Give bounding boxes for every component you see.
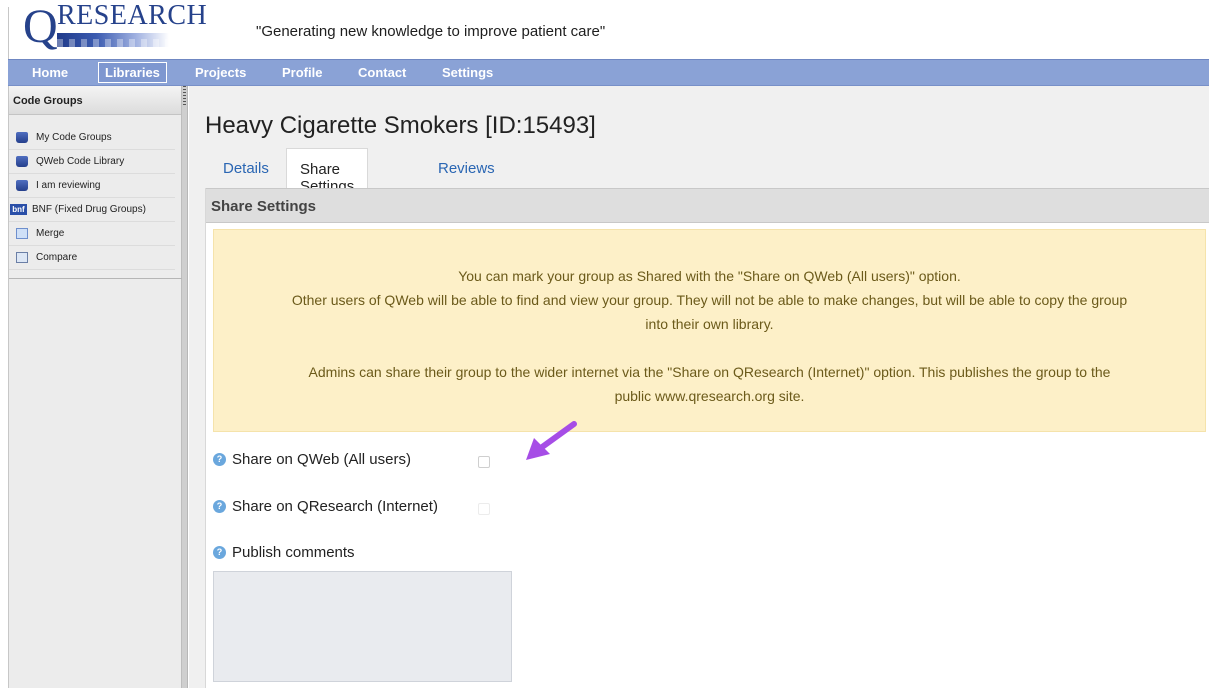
sidebar-item-merge[interactable]: Merge xyxy=(9,222,175,246)
publish-comments-row: ? Publish comments xyxy=(213,544,355,561)
sidebar-item-my-code-groups[interactable]: My Code Groups xyxy=(9,126,175,150)
sidebar-item-compare[interactable]: Compare xyxy=(9,246,175,270)
notice-line: Admins can share their group to the wide… xyxy=(308,364,1111,380)
sidebar-item-label: BNF (Fixed Drug Groups) xyxy=(32,204,146,215)
tab-details[interactable]: Details xyxy=(223,148,269,188)
share-qresearch-row: ? Share on QResearch (Internet) xyxy=(213,498,438,515)
nav-libraries[interactable]: Libraries xyxy=(98,62,167,83)
sidebar: Code Groups My Code Groups QWeb Code Lib… xyxy=(8,86,183,688)
annotation-arrow-icon xyxy=(526,421,577,460)
sidebar-item-label: Compare xyxy=(36,252,78,263)
tab-share-settings[interactable]: Share Settings xyxy=(286,148,369,195)
nav-home[interactable]: Home xyxy=(32,65,68,80)
sidebar-item-bnf[interactable]: bnf BNF (Fixed Drug Groups) xyxy=(9,198,175,222)
database-icon xyxy=(16,156,28,167)
logo-bar-pattern xyxy=(57,39,169,47)
sidebar-divider xyxy=(9,278,183,279)
publish-comments-textarea[interactable] xyxy=(213,571,512,682)
compare-icon xyxy=(16,252,28,263)
main-content: Heavy Cigarette Smokers [ID:15493] Detai… xyxy=(189,86,1209,688)
sidebar-item-label: My Code Groups xyxy=(36,132,112,143)
share-qweb-row: ? Share on QWeb (All users) xyxy=(213,451,411,468)
sidebar-item-label: Merge xyxy=(36,228,65,239)
sidebar-title: Code Groups xyxy=(9,86,181,115)
qresearch-logo[interactable]: Q RESEARCH xyxy=(23,1,207,53)
share-qresearch-label: Share on QResearch (Internet) xyxy=(232,498,438,515)
merge-icon xyxy=(16,228,28,239)
notice-line: into their own library. xyxy=(645,316,774,332)
nav-projects[interactable]: Projects xyxy=(195,65,246,80)
tagline: "Generating new knowledge to improve pat… xyxy=(256,23,606,40)
share-settings-panel: Share Settings You can mark your group a… xyxy=(205,188,1209,688)
nav-profile[interactable]: Profile xyxy=(282,65,322,80)
sidebar-item-i-am-reviewing[interactable]: I am reviewing xyxy=(9,174,175,198)
help-icon[interactable]: ? xyxy=(213,453,226,466)
share-qresearch-checkbox[interactable] xyxy=(478,503,490,515)
logo-letter: Q xyxy=(23,0,58,53)
nav-settings[interactable]: Settings xyxy=(442,65,493,80)
page-title: Heavy Cigarette Smokers [ID:15493] xyxy=(205,112,596,139)
notice-line: public www.qresearch.org site. xyxy=(614,388,805,404)
notice-spacer xyxy=(214,336,1205,360)
share-qweb-checkbox[interactable] xyxy=(478,456,490,468)
main-nav: Home Libraries Projects Profile Contact … xyxy=(8,59,1209,86)
sidebar-item-qweb-code-library[interactable]: QWeb Code Library xyxy=(9,150,175,174)
help-icon[interactable]: ? xyxy=(213,546,226,559)
sidebar-list: My Code Groups QWeb Code Library I am re… xyxy=(9,126,183,270)
logo-word: RESEARCH xyxy=(57,0,208,31)
publish-comments-label: Publish comments xyxy=(232,544,355,561)
notice-line: You can mark your group as Shared with t… xyxy=(458,268,961,284)
panel-title: Share Settings xyxy=(206,188,1209,223)
share-info-notice: You can mark your group as Shared with t… xyxy=(213,229,1206,432)
share-qweb-label: Share on QWeb (All users) xyxy=(232,451,411,468)
sidebar-item-label: QWeb Code Library xyxy=(36,156,125,167)
database-icon xyxy=(16,180,28,191)
notice-line: Other users of QWeb will be able to find… xyxy=(291,292,1128,308)
sidebar-resize-handle[interactable] xyxy=(182,86,188,688)
site-header: Q RESEARCH "Generating new knowledge to … xyxy=(8,1,1209,59)
nav-contact[interactable]: Contact xyxy=(358,65,406,80)
grip-icon xyxy=(183,86,186,106)
tab-reviews[interactable]: Reviews xyxy=(438,148,495,188)
help-icon[interactable]: ? xyxy=(213,500,226,513)
database-icon xyxy=(16,132,28,143)
bnf-icon: bnf xyxy=(10,204,27,215)
sidebar-item-label: I am reviewing xyxy=(36,180,101,191)
